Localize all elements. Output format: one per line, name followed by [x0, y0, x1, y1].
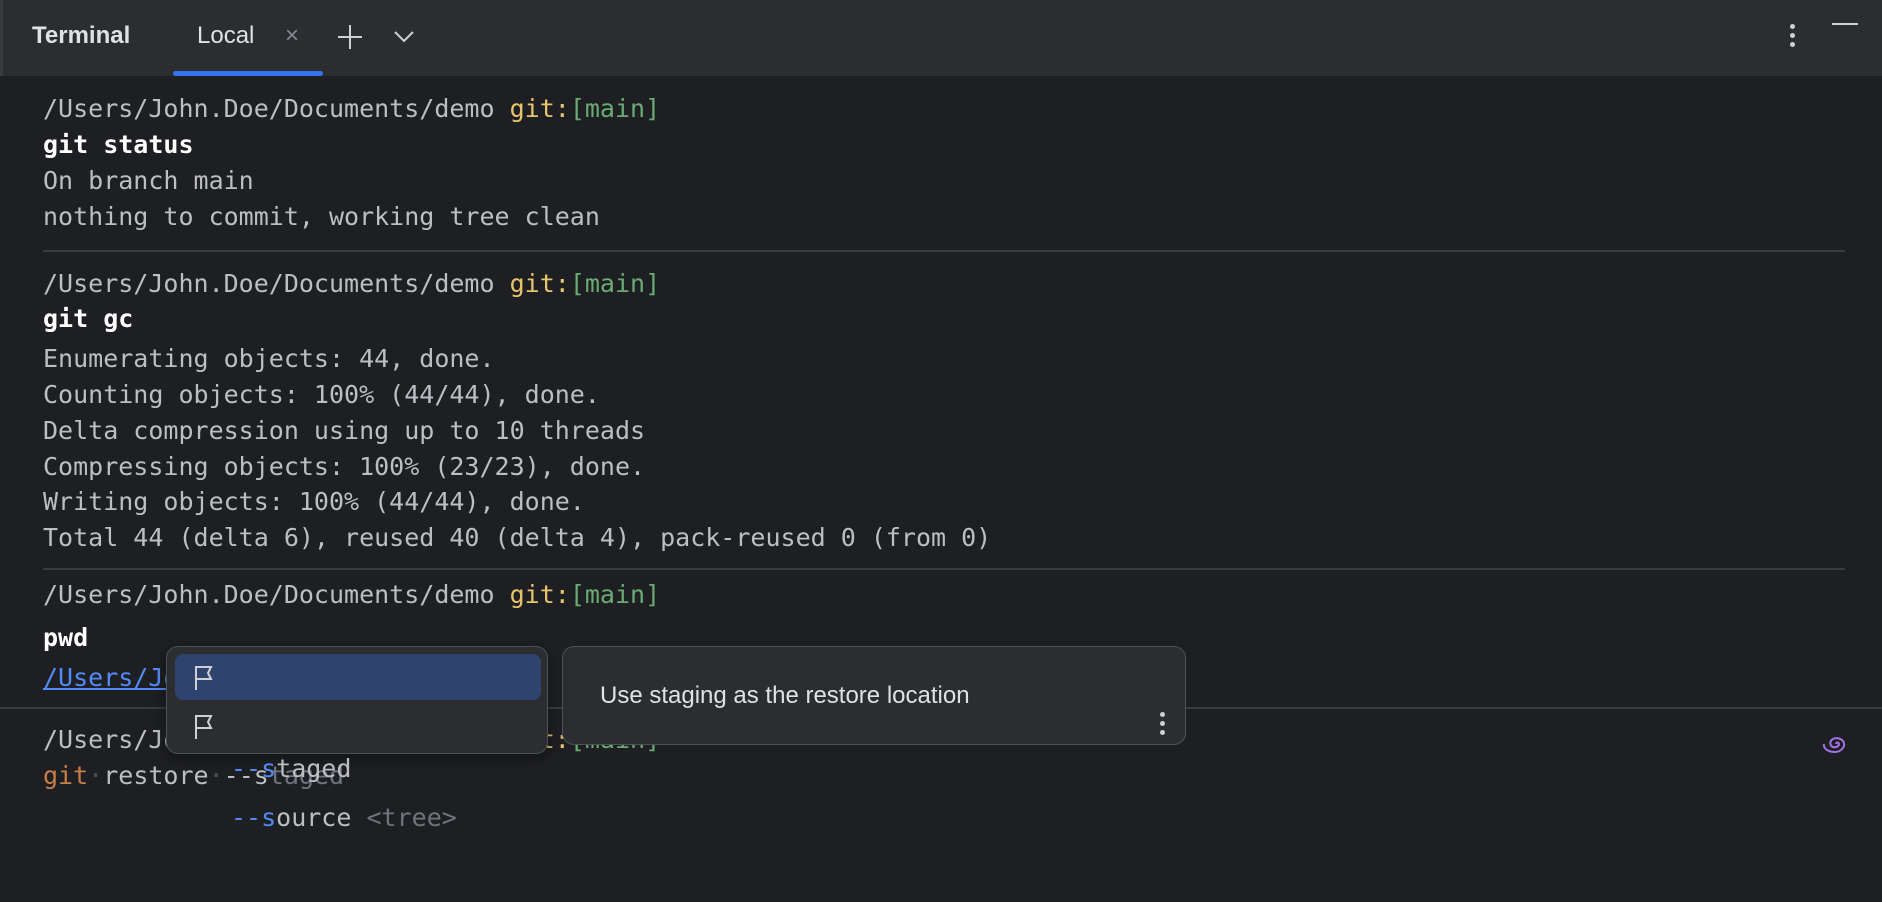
close-icon[interactable]: ×	[285, 22, 299, 50]
minimize-icon[interactable]	[1832, 23, 1858, 25]
flag-icon	[193, 665, 215, 691]
completion-item[interactable]: --source <tree>	[175, 703, 541, 749]
prompt-line: /Users/John.Doe/Documents/demo git:[main…	[43, 91, 660, 127]
tool-window-title: Terminal	[32, 22, 130, 50]
plus-icon[interactable]	[337, 24, 363, 50]
completion-item[interactable]: --staged	[175, 654, 541, 700]
output-line: Delta compression using up to 10 threads	[43, 413, 645, 449]
more-options-icon[interactable]	[1790, 24, 1796, 51]
command-line: git status	[43, 127, 194, 163]
command-line: pwd	[43, 620, 88, 656]
block-divider	[43, 250, 1845, 252]
completion-popup: --staged --source <tree>	[166, 646, 548, 754]
output-line: Enumerating objects: 44, done.	[43, 341, 495, 377]
chevron-down-icon[interactable]	[393, 30, 415, 44]
documentation-popup: Use staging as the restore location	[562, 646, 1186, 745]
ai-spiral-icon[interactable]	[1822, 732, 1850, 756]
prompt-line: /Users/John.Doe/Documents/demo git:[main…	[43, 577, 660, 613]
more-options-icon[interactable]	[1160, 712, 1166, 739]
output-line: Total 44 (delta 6), reused 40 (delta 4),…	[43, 520, 991, 556]
output-line: Writing objects: 100% (44/44), done.	[43, 484, 585, 520]
output-line: nothing to commit, working tree clean	[43, 199, 600, 235]
prompt-line: /Users/John.Doe/Documents/demo git:[main…	[43, 266, 660, 302]
flag-icon	[193, 714, 215, 740]
output-line: Compressing objects: 100% (23/23), done.	[43, 449, 645, 485]
tool-window-header: Terminal Local ×	[0, 0, 1882, 76]
tab-local[interactable]: Local ×	[173, 0, 323, 76]
output-line: Counting objects: 100% (44/44), done.	[43, 377, 600, 413]
block-divider	[43, 568, 1845, 570]
output-line: On branch main	[43, 163, 254, 199]
tab-selected-indicator	[173, 71, 323, 76]
documentation-text: Use staging as the restore location	[600, 682, 970, 710]
tab-label: Local	[197, 22, 254, 50]
command-line: git gc	[43, 301, 133, 337]
